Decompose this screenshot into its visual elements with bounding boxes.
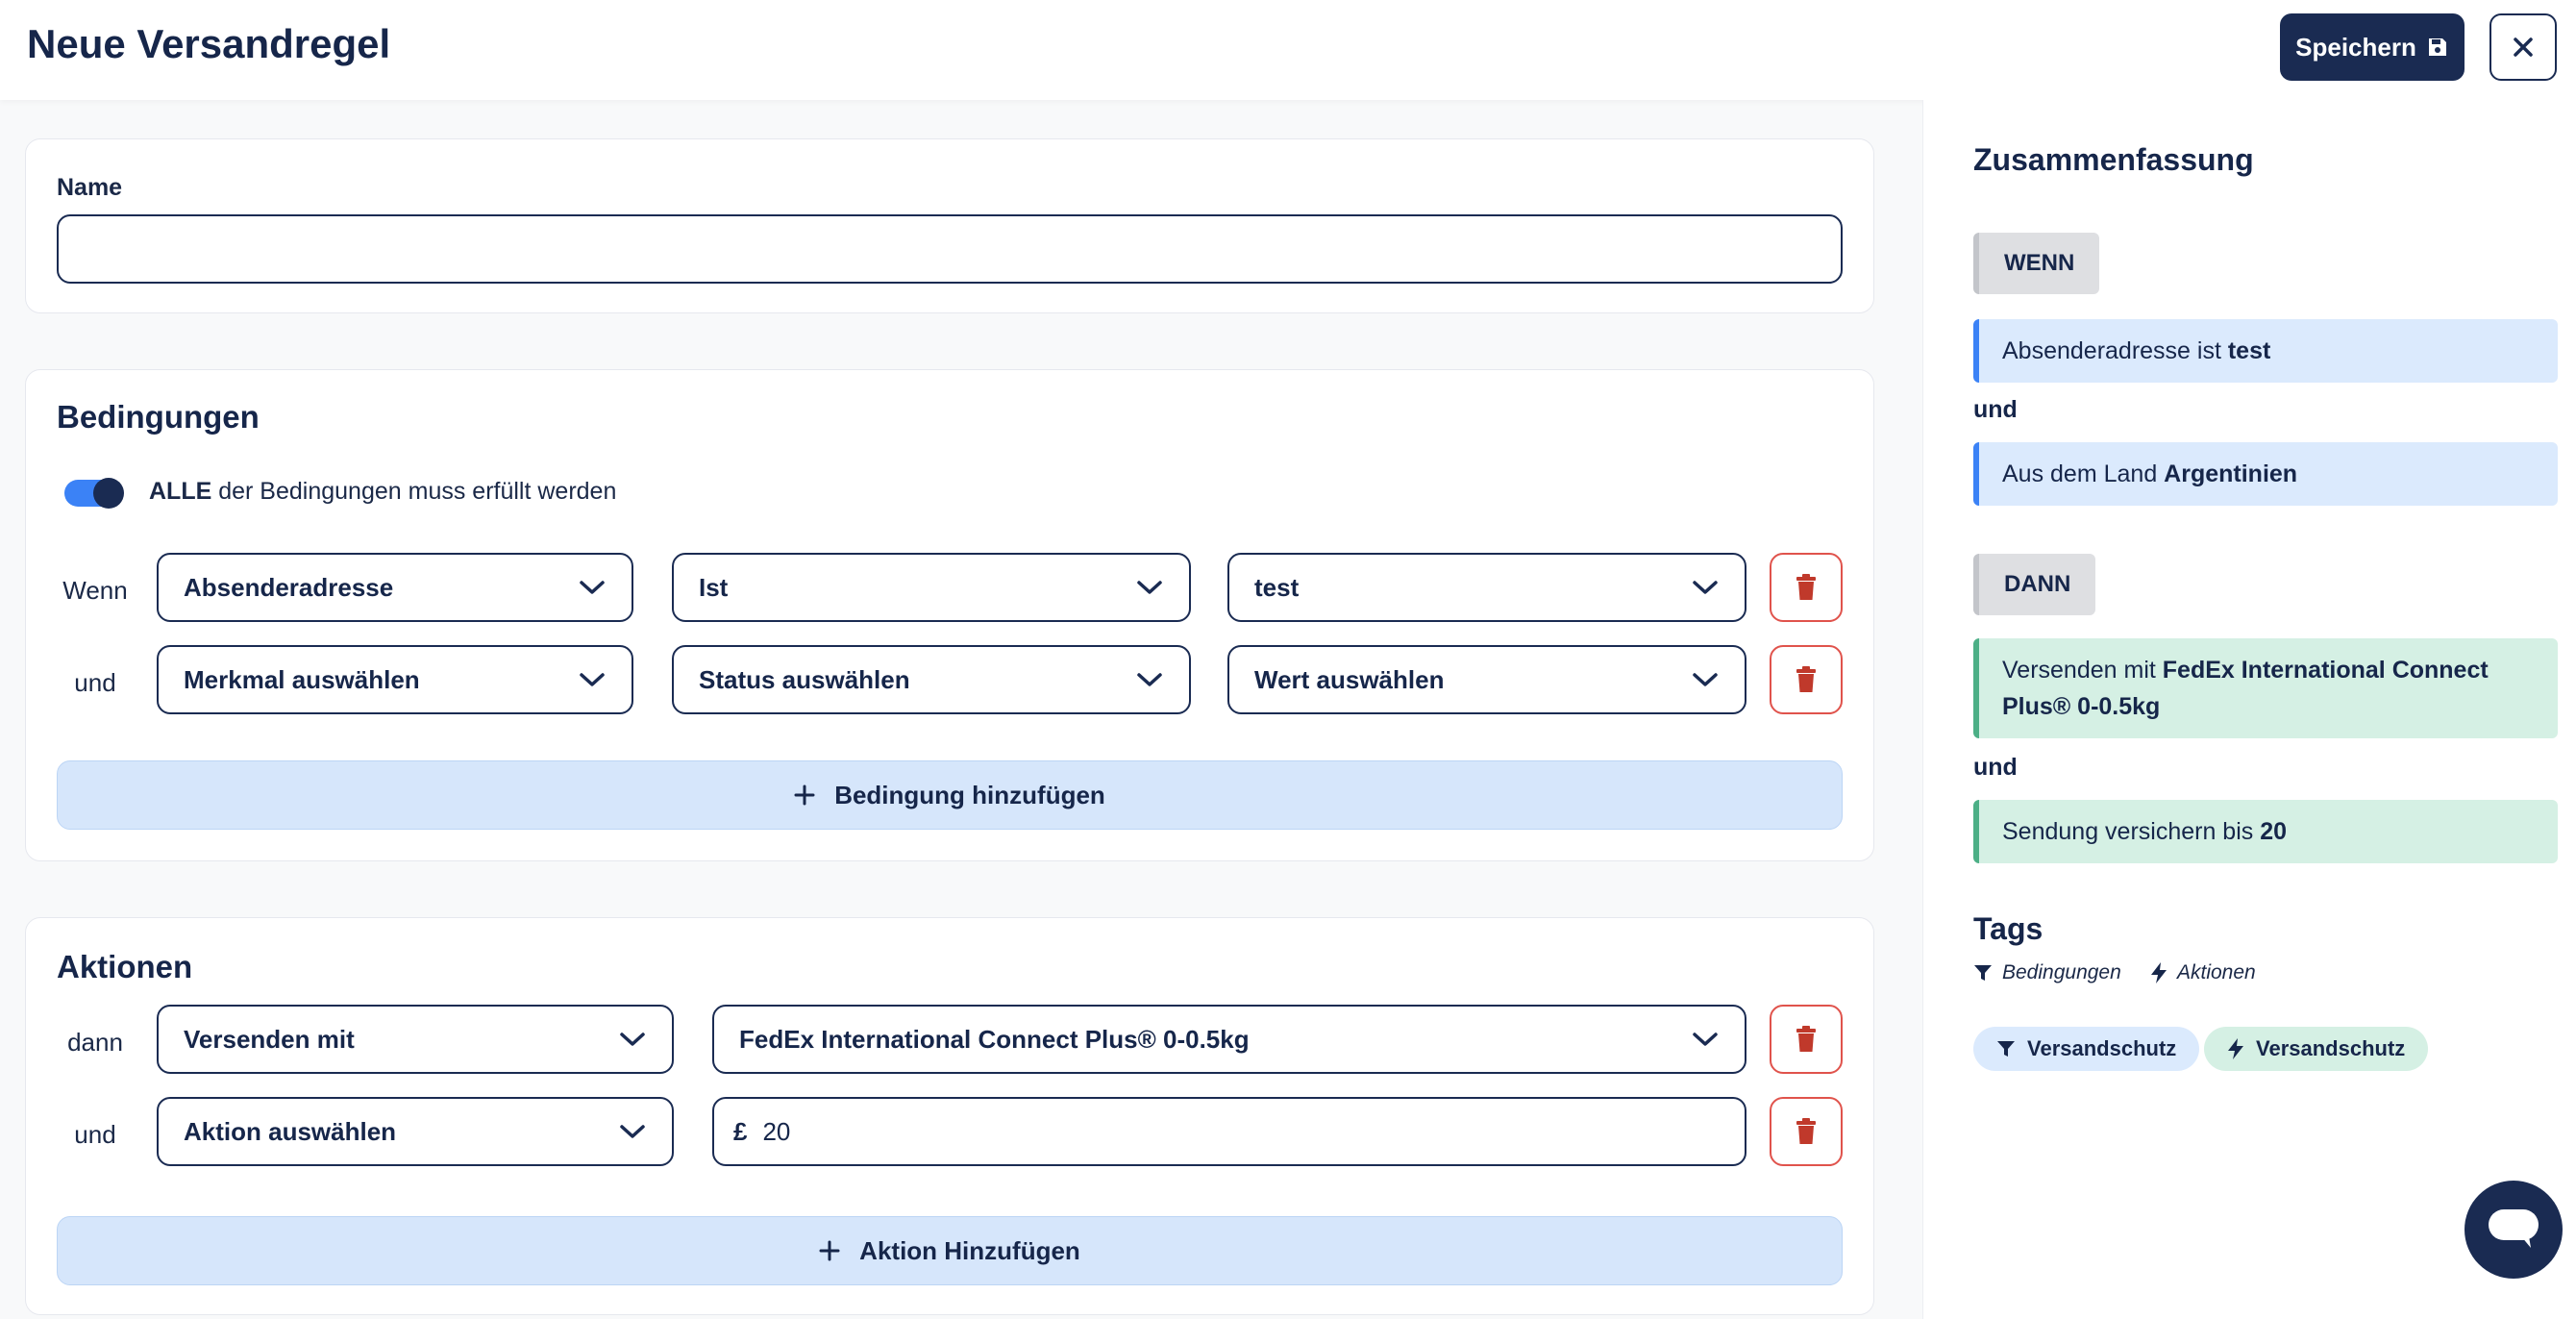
toggle-description: ALLE der Bedingungen muss erfüllt werden — [149, 478, 616, 506]
select-value: Merkmal auswählen — [184, 664, 420, 694]
close-button[interactable] — [2489, 13, 2557, 81]
trash-icon — [1796, 574, 1816, 600]
select-value: Absenderadresse — [184, 572, 394, 602]
action-row-prefix: dann — [67, 1028, 123, 1057]
trash-icon — [1796, 1026, 1816, 1052]
chevron-down-icon — [1137, 581, 1162, 594]
plus-icon — [819, 1240, 840, 1261]
chevron-down-icon — [620, 1033, 645, 1046]
toggle-knob — [93, 478, 124, 509]
select-value: Wert auswählen — [1254, 664, 1445, 694]
summary-sidebar: Zusammenfassung WENN Absenderadresse ist… — [1922, 100, 2576, 1319]
chevron-down-icon — [580, 581, 605, 594]
summary-title: Zusammenfassung — [1973, 142, 2254, 177]
summary-condition-value: Argentinien — [2164, 460, 2298, 487]
amount-input[interactable]: £ 20 — [712, 1097, 1746, 1166]
action-type-select[interactable]: Aktion auswählen — [157, 1097, 674, 1166]
condition-value-select[interactable]: test — [1227, 553, 1746, 622]
trash-icon — [1796, 1118, 1816, 1144]
chevron-down-icon — [580, 673, 605, 686]
save-button[interactable]: Speichern — [2280, 13, 2465, 81]
shipping-service-select[interactable]: FedEx International Connect Plus® 0-0.5k… — [712, 1005, 1746, 1074]
bolt-icon — [2228, 1038, 2243, 1059]
page-title: Neue Versandregel — [27, 21, 391, 66]
summary-and-label: und — [1973, 396, 2018, 423]
add-condition-button[interactable]: Bedingung hinzufügen — [57, 760, 1843, 830]
condition-operator-select[interactable]: Ist — [672, 553, 1191, 622]
action-row-prefix: und — [74, 1120, 116, 1149]
legend-conditions: Bedingungen — [1973, 961, 2121, 984]
conditions-title: Bedingungen — [57, 399, 260, 435]
chevron-down-icon — [1693, 673, 1718, 686]
select-value: Status auswählen — [699, 664, 910, 694]
trash-icon — [1796, 666, 1816, 692]
chevron-down-icon — [620, 1125, 645, 1138]
summary-and-label: und — [1973, 754, 2018, 781]
currency-symbol: £ — [733, 1116, 748, 1146]
if-badge: WENN — [1973, 233, 2100, 294]
select-value: FedEx International Connect Plus® 0-0.5k… — [739, 1024, 1250, 1054]
summary-action-text: Sendung versichern bis — [2002, 818, 2261, 845]
header-bar: Neue Versandregel Speichern — [0, 0, 2576, 100]
condition-operator-select[interactable]: Status auswählen — [672, 645, 1191, 714]
summary-condition-text: Absenderadresse ist — [2002, 337, 2228, 364]
legend-actions: Aktionen — [2150, 961, 2256, 984]
plus-icon — [794, 784, 815, 806]
actions-title: Aktionen — [57, 949, 193, 984]
filter-icon — [1974, 965, 1992, 981]
amount-value: 20 — [762, 1116, 791, 1146]
select-value: Aktion auswählen — [184, 1116, 397, 1146]
toggle-bold-text: ALLE — [149, 478, 212, 505]
chat-bubble-icon — [2489, 1209, 2539, 1248]
add-condition-label: Bedingung hinzufügen — [834, 780, 1105, 809]
chat-button[interactable] — [2465, 1181, 2563, 1279]
delete-condition-button[interactable] — [1770, 645, 1843, 714]
condition-value-select[interactable]: Wert auswählen — [1227, 645, 1746, 714]
condition-row-prefix: und — [74, 668, 116, 697]
delete-action-button[interactable] — [1770, 1097, 1843, 1166]
floppy-disk-icon — [2428, 38, 2446, 56]
name-label: Name — [57, 174, 123, 201]
tags-title: Tags — [1973, 911, 2043, 946]
name-card: Name — [25, 138, 1874, 313]
filter-icon — [1997, 1041, 2015, 1057]
chevron-down-icon — [1693, 1033, 1718, 1046]
tag-pill-condition[interactable]: Versandschutz — [1973, 1027, 2200, 1071]
condition-field-select[interactable]: Merkmal auswählen — [157, 645, 633, 714]
legend-conditions-label: Bedingungen — [2002, 961, 2121, 983]
select-value: Versenden mit — [184, 1024, 355, 1054]
legend-actions-label: Aktionen — [2177, 961, 2256, 983]
summary-condition: Absenderadresse ist test — [1973, 319, 2558, 383]
select-value: Ist — [699, 572, 729, 602]
toggle-rest-text: der Bedingungen muss erfüllt werden — [211, 478, 617, 505]
summary-condition-value: test — [2227, 337, 2271, 364]
tag-pill-label: Versandschutz — [2027, 1036, 2177, 1060]
actions-card: Aktionen dann Versenden mit FedEx Intern… — [25, 917, 1874, 1315]
close-icon — [2514, 37, 2533, 57]
summary-action-text: Versenden mit — [2002, 657, 2163, 684]
summary-action: Sendung versichern bis 20 — [1973, 800, 2558, 863]
chevron-down-icon — [1137, 673, 1162, 686]
delete-action-button[interactable] — [1770, 1005, 1843, 1074]
conditions-card: Bedingungen ALLE der Bedingungen muss er… — [25, 369, 1874, 861]
summary-action-value: 20 — [2260, 818, 2288, 845]
select-value: test — [1254, 572, 1300, 602]
add-action-label: Aktion Hinzufügen — [859, 1235, 1080, 1265]
save-button-label: Speichern — [2295, 32, 2416, 62]
summary-condition: Aus dem Land Argentinien — [1973, 442, 2558, 506]
bolt-icon — [2151, 962, 2167, 983]
summary-action: Versenden mit FedEx International Connec… — [1973, 638, 2558, 738]
add-action-button[interactable]: Aktion Hinzufügen — [57, 1216, 1843, 1285]
all-conditions-toggle[interactable] — [64, 478, 124, 509]
summary-condition-text: Aus dem Land — [2002, 460, 2165, 487]
action-type-select[interactable]: Versenden mit — [157, 1005, 674, 1074]
tag-pill-label: Versandschutz — [2256, 1036, 2406, 1060]
name-input[interactable] — [57, 214, 1843, 284]
condition-field-select[interactable]: Absenderadresse — [157, 553, 633, 622]
then-badge: DANN — [1973, 554, 2096, 615]
delete-condition-button[interactable] — [1770, 553, 1843, 622]
condition-row-prefix: Wenn — [62, 576, 128, 605]
tag-pill-action[interactable]: Versandschutz — [2204, 1027, 2429, 1071]
chevron-down-icon — [1693, 581, 1718, 594]
